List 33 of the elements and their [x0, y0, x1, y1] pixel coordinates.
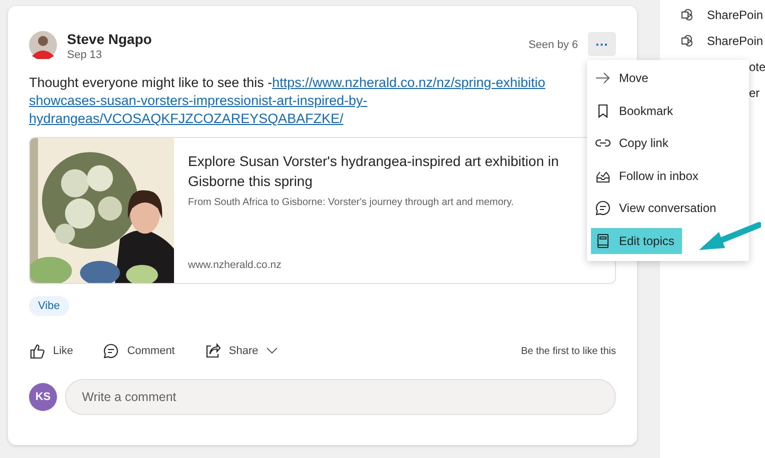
comment-action[interactable]: Comment — [103, 343, 175, 359]
user-avatar: KS — [29, 383, 57, 411]
pointer-arrow — [697, 222, 761, 252]
comment-icon — [103, 343, 120, 359]
comment-icon — [595, 200, 611, 216]
side-item[interactable]: ote — [749, 60, 765, 74]
preview-domain: www.nzherald.co.nz — [188, 259, 282, 271]
thumbs-up-icon — [29, 343, 45, 359]
side-item[interactable]: er — [749, 86, 760, 100]
side-item[interactable]: SharePoin — [707, 34, 764, 48]
post-link[interactable]: https://www.nzherald.co.nz/nz/spring-exhibitio — [272, 75, 546, 90]
side-item[interactable]: SharePoin — [707, 8, 764, 22]
likes-note: Be the first to like this — [520, 346, 616, 356]
seen-count[interactable]: Seen by 6 — [528, 39, 578, 51]
chevron-down-icon — [266, 347, 278, 355]
avatar-icon — [29, 31, 57, 59]
post-date: Sep 13 — [67, 48, 102, 62]
menu-item[interactable]: Move — [591, 65, 656, 92]
menu-item[interactable]: Edit topics — [591, 228, 682, 254]
post-text: Thought everyone might like to see this - — [29, 75, 272, 90]
topic-tag[interactable]: Vibe — [29, 296, 69, 316]
preview-description: From South Africa to Gisborne: Vorster's journey through art and memory. — [188, 197, 515, 208]
menu-item[interactable]: Bookmark — [591, 98, 682, 124]
preview-title: Explore Susan Vorster's hydrangea-inspired art exhibition in Gisborne this spring — [188, 152, 560, 191]
author-name[interactable]: Steve Ngapo — [67, 30, 152, 48]
comment-field[interactable]: Write a comment — [65, 379, 616, 415]
post-link[interactable]: hydrangeas/VCOSAQKFJZCOZAREYSQABAFZKE/ — [29, 110, 344, 128]
share-icon — [204, 343, 221, 359]
share-action[interactable]: Share — [204, 343, 278, 359]
post-link[interactable]: showcases-susan-vorsters-impressionist-art-inspired-by- — [29, 92, 368, 110]
book-icon — [595, 232, 611, 249]
like-action[interactable]: Like — [29, 343, 74, 359]
more-button[interactable]: ··· — [588, 32, 616, 56]
